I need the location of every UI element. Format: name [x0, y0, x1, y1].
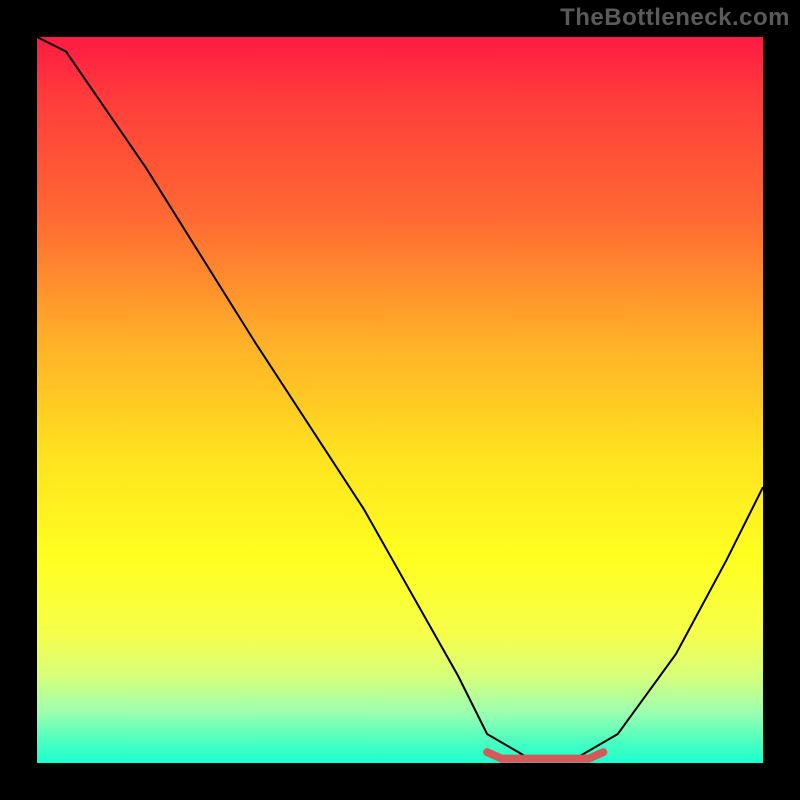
- chart-svg: [37, 37, 763, 763]
- bottleneck-curve: [37, 37, 763, 759]
- watermark-text: TheBottleneck.com: [560, 4, 790, 32]
- bottom-border: [37, 763, 763, 800]
- chart-plot-area: [37, 37, 763, 763]
